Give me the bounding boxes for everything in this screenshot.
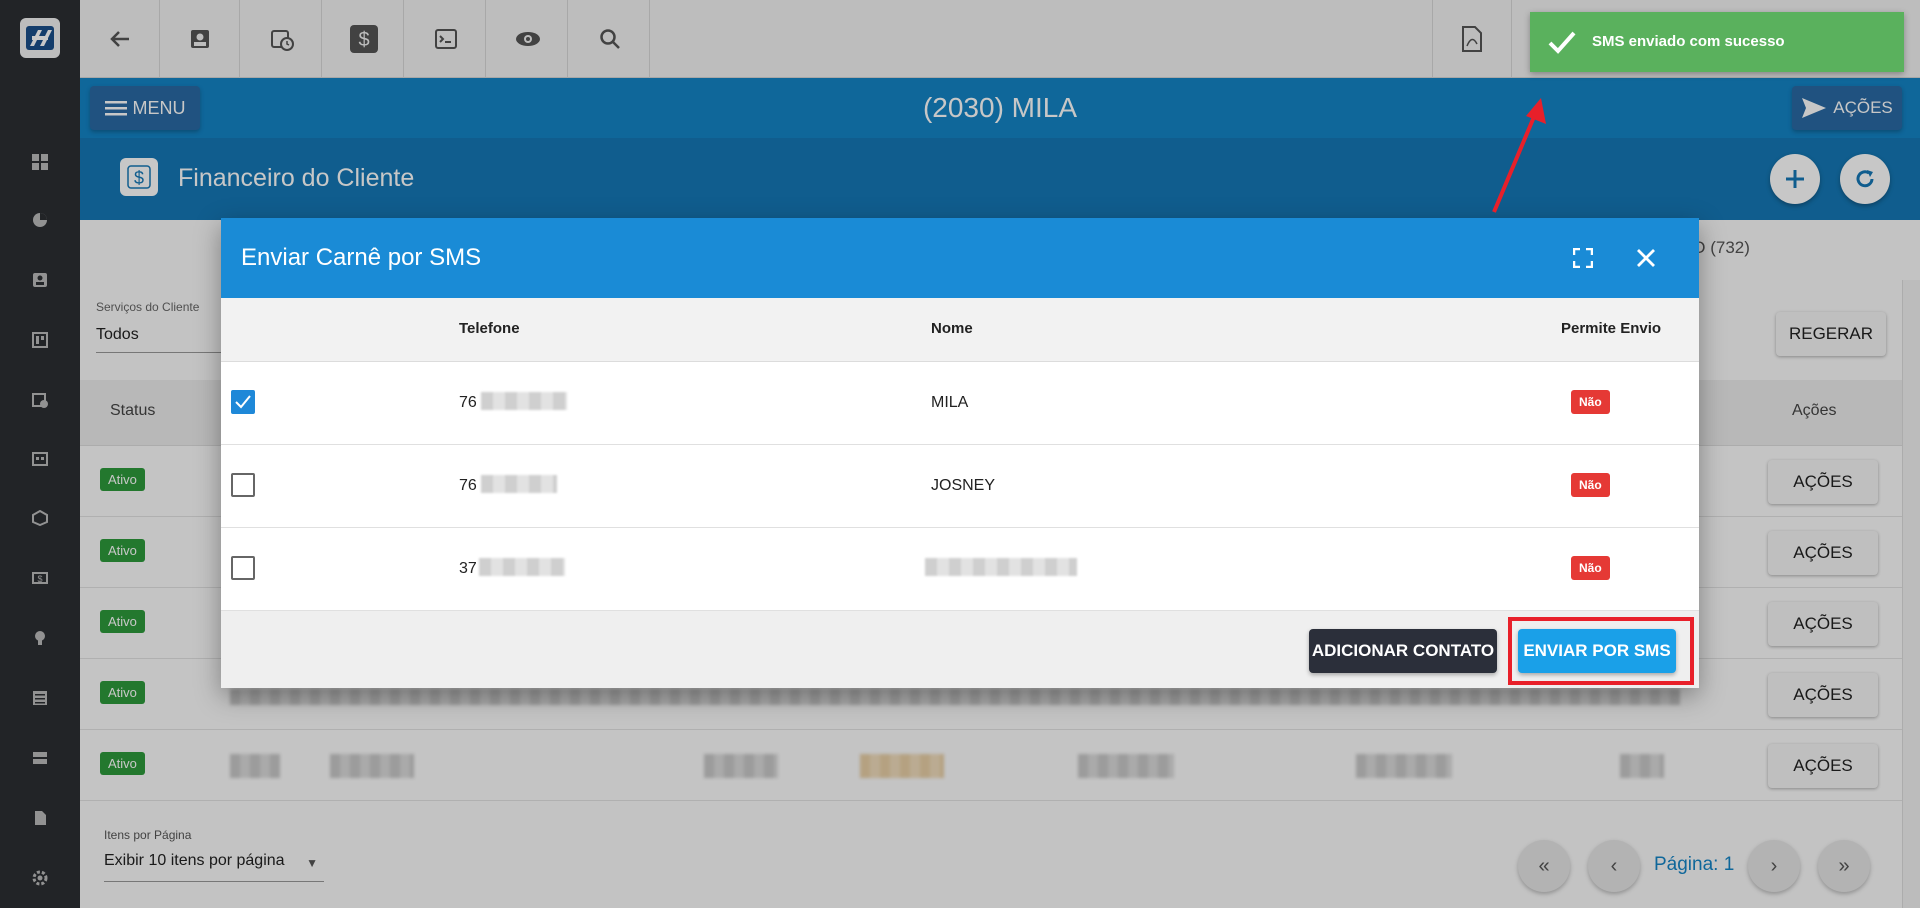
modal-header: Enviar Carnê por SMS [221,218,1699,298]
check-icon [1548,31,1576,54]
phone-redacted [481,475,557,493]
col-permite-envio: Permite Envio [1561,320,1662,337]
phone-cell: 37 [459,560,477,577]
name-cell: MILA [931,394,969,411]
phone-cell: 76 [459,477,477,494]
modal-title: Enviar Carnê por SMS [241,244,482,271]
permite-badge: Não [1571,473,1610,497]
row-checkbox[interactable] [231,556,255,580]
col-nome: Nome [931,320,973,337]
contact-row: 76 JOSNEY Não [221,445,1699,528]
add-contact-button[interactable]: ADICIONAR CONTATO [1309,629,1497,673]
contact-row: 37 Não [221,528,1699,611]
permite-badge: Não [1571,390,1610,414]
fullscreen-icon[interactable] [1569,244,1597,272]
send-sms-highlight: ENVIAR POR SMS [1508,617,1694,685]
name-cell: JOSNEY [931,477,996,494]
modal-table-header: Telefone Nome Permite Envio [221,298,1699,362]
contact-row: 76 MILA Não [221,362,1699,445]
col-telefone: Telefone [459,320,520,337]
row-checkbox[interactable] [231,473,255,497]
close-icon[interactable] [1632,244,1660,272]
sms-modal: Enviar Carnê por SMS Telefone Nome Permi… [221,218,1699,688]
row-checkbox[interactable] [231,390,255,414]
phone-cell: 76 [459,394,477,411]
toast-message: SMS enviado com sucesso [1592,33,1785,50]
send-sms-button[interactable]: ENVIAR POR SMS [1518,629,1676,673]
phone-redacted [481,392,567,410]
modal-footer: ADICIONAR CONTATO ENVIAR POR SMS [221,611,1699,688]
check-icon [235,395,251,409]
success-toast[interactable]: SMS enviado com sucesso [1530,12,1904,72]
permite-badge: Não [1571,556,1610,580]
phone-redacted [479,558,565,576]
name-redacted [925,558,1077,576]
